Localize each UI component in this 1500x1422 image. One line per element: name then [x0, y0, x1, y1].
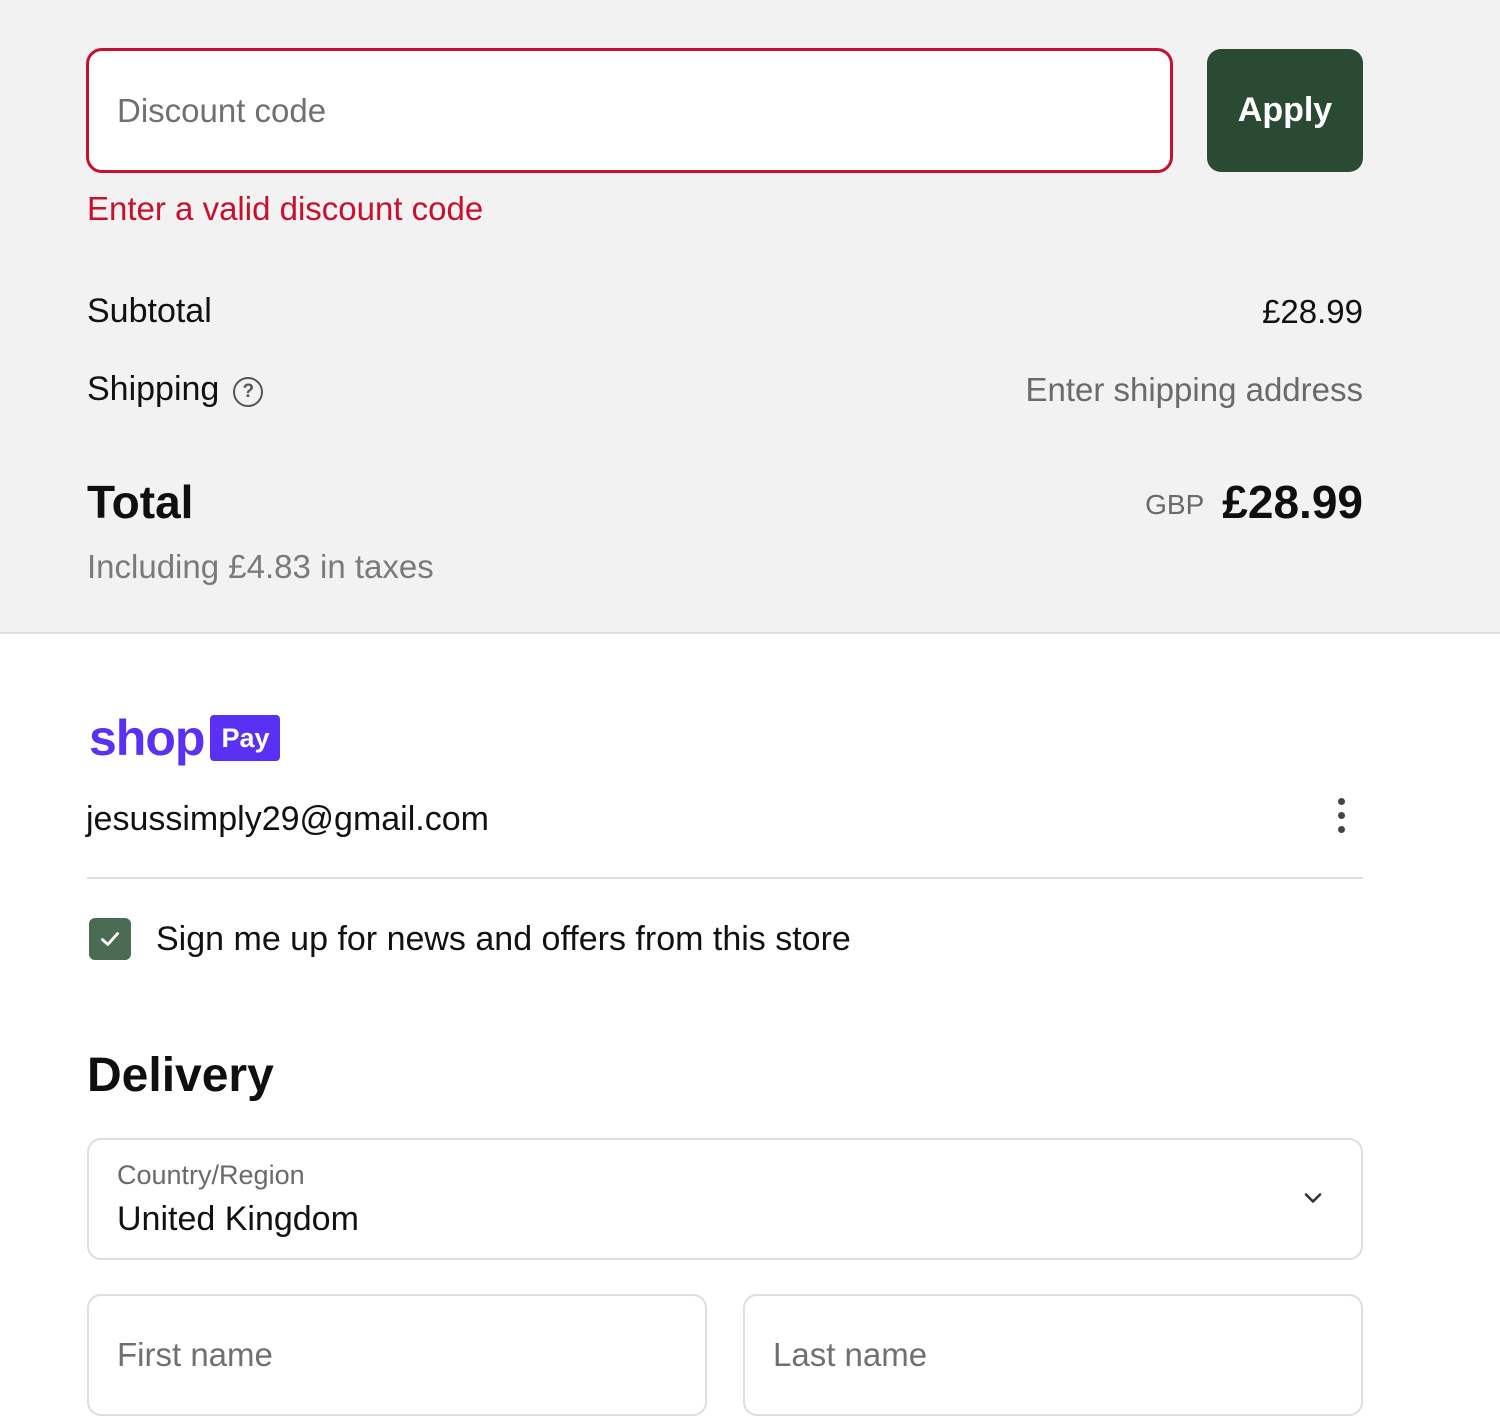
total-amount: GBP £28.99	[1145, 475, 1363, 529]
last-name-input[interactable]	[745, 1296, 1361, 1414]
divider	[87, 877, 1363, 879]
newsletter-label[interactable]: Sign me up for news and offers from this…	[156, 920, 851, 959]
subtotal-value: £28.99	[1262, 293, 1363, 330]
country-region-label: Country/Region	[117, 1160, 305, 1190]
country-region-value: United Kingdom	[117, 1200, 359, 1238]
total-label: Total	[87, 476, 194, 528]
shipping-label: Shipping	[87, 370, 220, 408]
shipping-value: Enter shipping address	[1025, 371, 1363, 408]
shipping-row: Shipping?	[87, 370, 264, 409]
first-name-field	[87, 1294, 707, 1416]
country-region-select[interactable]: Country/Region United Kingdom	[87, 1138, 1363, 1260]
delivery-heading: Delivery	[87, 1049, 274, 1102]
chevron-down-icon	[1304, 1193, 1322, 1203]
discount-error-message: Enter a valid discount code	[87, 190, 484, 227]
currency-code: GBP	[1145, 489, 1205, 520]
shop-pay-logo: shop Pay	[89, 710, 281, 766]
checkmark-icon	[101, 932, 119, 946]
first-name-input[interactable]	[89, 1296, 705, 1414]
subtotal-label: Subtotal	[87, 292, 212, 330]
apply-button[interactable]: Apply	[1207, 49, 1363, 172]
shop-pay-wordmark: shop	[89, 710, 205, 766]
newsletter-checkbox[interactable]	[89, 918, 131, 960]
shop-pay-badge: Pay	[210, 715, 281, 761]
order-summary: Apply Enter a valid discount code Subtot…	[0, 0, 1500, 634]
question-circle-icon[interactable]: ?	[233, 377, 264, 407]
total-value: £28.99	[1222, 476, 1363, 528]
discount-code-input[interactable]	[86, 48, 1173, 173]
more-vertical-icon[interactable]	[1326, 794, 1358, 838]
shop-pay-email: jesussimply29@gmail.com	[86, 800, 489, 838]
taxes-note: Including £4.83 in taxes	[87, 548, 434, 585]
last-name-field	[743, 1294, 1363, 1416]
